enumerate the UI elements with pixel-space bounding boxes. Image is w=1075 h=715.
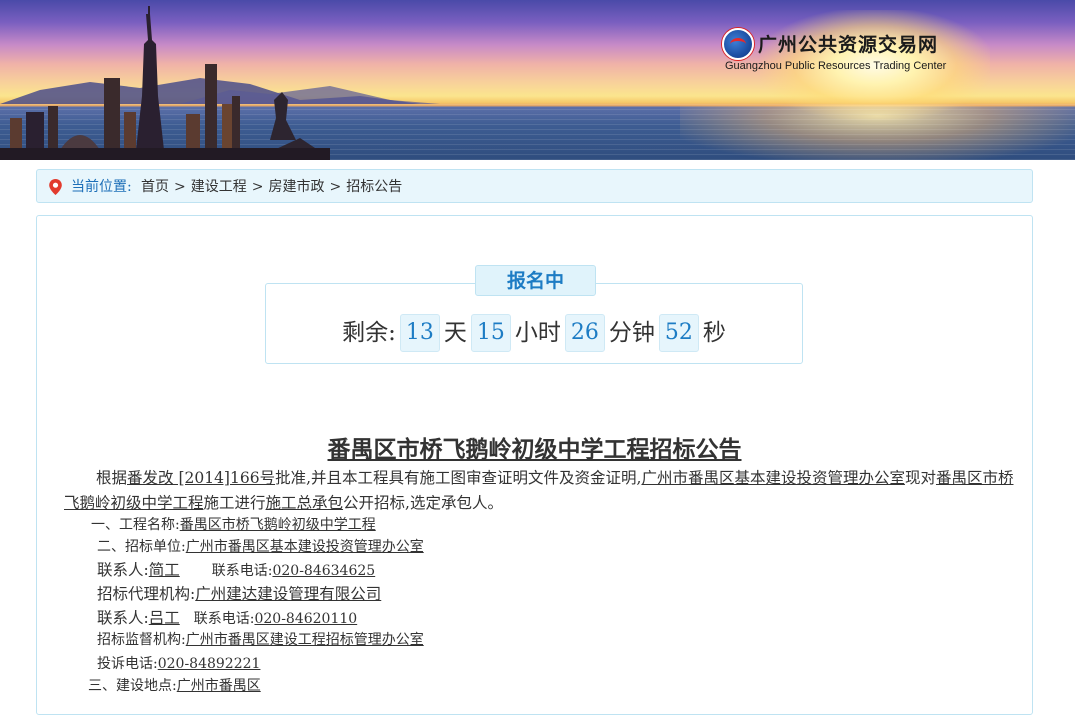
countdown-prefix: 剩余: <box>342 320 396 346</box>
location-value: 广州市番禺区 <box>176 678 261 694</box>
supervisor-value: 广州市番禺区建设工程招标管理办公室 <box>185 632 424 648</box>
intro-text: 现对 <box>904 469 936 487</box>
project-name-label: 一、工程名称: <box>91 517 180 533</box>
owner-name: 广州市番禺区基本建设投资管理办公室 <box>641 469 905 487</box>
countdown-hours-unit: 小时 <box>514 320 561 346</box>
agency-line: 招标代理机构:广州建达建设管理有限公司 <box>97 582 381 604</box>
contract-type: 施工总承包 <box>265 494 344 512</box>
countdown-minutes-unit: 分钟 <box>608 320 655 346</box>
contact1-line: 联系人:简工 联系电话:020-84634625 <box>97 558 375 580</box>
breadcrumb: 当前位置: 首页 > 建设工程 > 房建市政 > 招标公告 <box>36 169 1033 203</box>
logo-chinese-name: 广州公共资源交易网 <box>758 34 939 56</box>
approval-number: 番发改 [2014]166号 <box>127 469 276 487</box>
intro-text: 公开招标,选定承包人。 <box>343 494 503 512</box>
intro-text: 施工进行 <box>203 494 266 512</box>
breadcrumb-separator: > <box>251 179 264 195</box>
agency-label: 招标代理机构: <box>97 585 196 603</box>
logo-english-name: Guangzhou Public Resources Trading Cente… <box>725 60 947 72</box>
phone2-value: 020-84620110 <box>254 611 358 627</box>
breadcrumb-separator: > <box>174 179 186 195</box>
contact2-value: 吕工 <box>148 609 180 627</box>
tenderer-value: 广州市番禺区基本建设投资管理办公室 <box>185 539 424 555</box>
complaint-value: 020-84892221 <box>157 656 261 672</box>
notice-intro-paragraph: 根据番发改 [2014]166号批准,并且本工程具有施工图审查证明文件及资金证明… <box>64 466 1019 516</box>
location-pin-icon <box>49 179 62 195</box>
project-name-line: 一、工程名称:番禺区市桥飞鹅岭初级中学工程 <box>91 514 376 534</box>
site-logo[interactable]: 广州公共资源交易网 Guangzhou Public Resources Tra… <box>722 28 952 78</box>
contact2-line: 联系人:吕工 联系电话:020-84620110 <box>97 606 357 628</box>
countdown-seconds-unit: 秒 <box>702 320 726 346</box>
breadcrumb-home-link[interactable]: 首页 <box>141 179 169 195</box>
breadcrumb-label: 当前位置: <box>71 179 132 195</box>
intro-text: 根据 <box>96 469 128 487</box>
city-skyline-illustration <box>0 6 330 160</box>
breadcrumb-separator: > <box>329 179 342 195</box>
breadcrumb-construction-link[interactable]: 建设工程 <box>191 179 247 195</box>
breadcrumb-trail: 首页 > 建设工程 > 房建市政 > 招标公告 <box>141 170 402 204</box>
logo-emblem-icon <box>722 28 754 60</box>
project-name-value: 番禺区市桥飞鹅岭初级中学工程 <box>179 517 376 533</box>
countdown-timer: 剩余: 13 天 15 小时 26 分钟 52 秒 <box>265 312 803 352</box>
countdown-hours: 15 <box>470 314 511 352</box>
breadcrumb-notice-link[interactable]: 招标公告 <box>346 179 402 195</box>
registration-status-badge: 报名中 <box>475 265 596 296</box>
countdown-days-unit: 天 <box>443 320 467 346</box>
complaint-label: 投诉电话: <box>97 656 158 672</box>
notice-title: 番禺区市桥飞鹅岭初级中学工程招标公告 <box>327 436 742 463</box>
header-banner: 广州公共资源交易网 Guangzhou Public Resources Tra… <box>0 0 1075 160</box>
breadcrumb-housing-link[interactable]: 房建市政 <box>268 179 324 195</box>
countdown-days: 13 <box>399 314 440 352</box>
phone1-value: 020-84634625 <box>272 563 376 579</box>
phone1-label: 联系电话: <box>211 563 273 579</box>
contact1-label: 联系人: <box>97 561 149 579</box>
tenderer-label: 二、招标单位: <box>97 539 186 555</box>
location-line: 三、建设地点:广州市番禺区 <box>88 675 261 695</box>
countdown-minutes: 26 <box>564 314 605 352</box>
supervisor-line: 招标监督机构:广州市番禺区建设工程招标管理办公室 <box>97 629 424 649</box>
phone2-label: 联系电话: <box>193 611 255 627</box>
supervisor-label: 招标监督机构: <box>97 632 186 648</box>
location-label: 三、建设地点: <box>88 678 177 694</box>
tenderer-line: 二、招标单位:广州市番禺区基本建设投资管理办公室 <box>97 536 424 556</box>
agency-value: 广州建达建设管理有限公司 <box>195 585 382 603</box>
contact2-label: 联系人: <box>97 609 149 627</box>
complaint-line: 投诉电话:020-84892221 <box>97 653 260 673</box>
intro-text: 批准,并且本工程具有施工图审查证明文件及资金证明, <box>275 469 642 487</box>
contact1-value: 简工 <box>148 561 180 579</box>
countdown-seconds: 52 <box>658 314 699 352</box>
